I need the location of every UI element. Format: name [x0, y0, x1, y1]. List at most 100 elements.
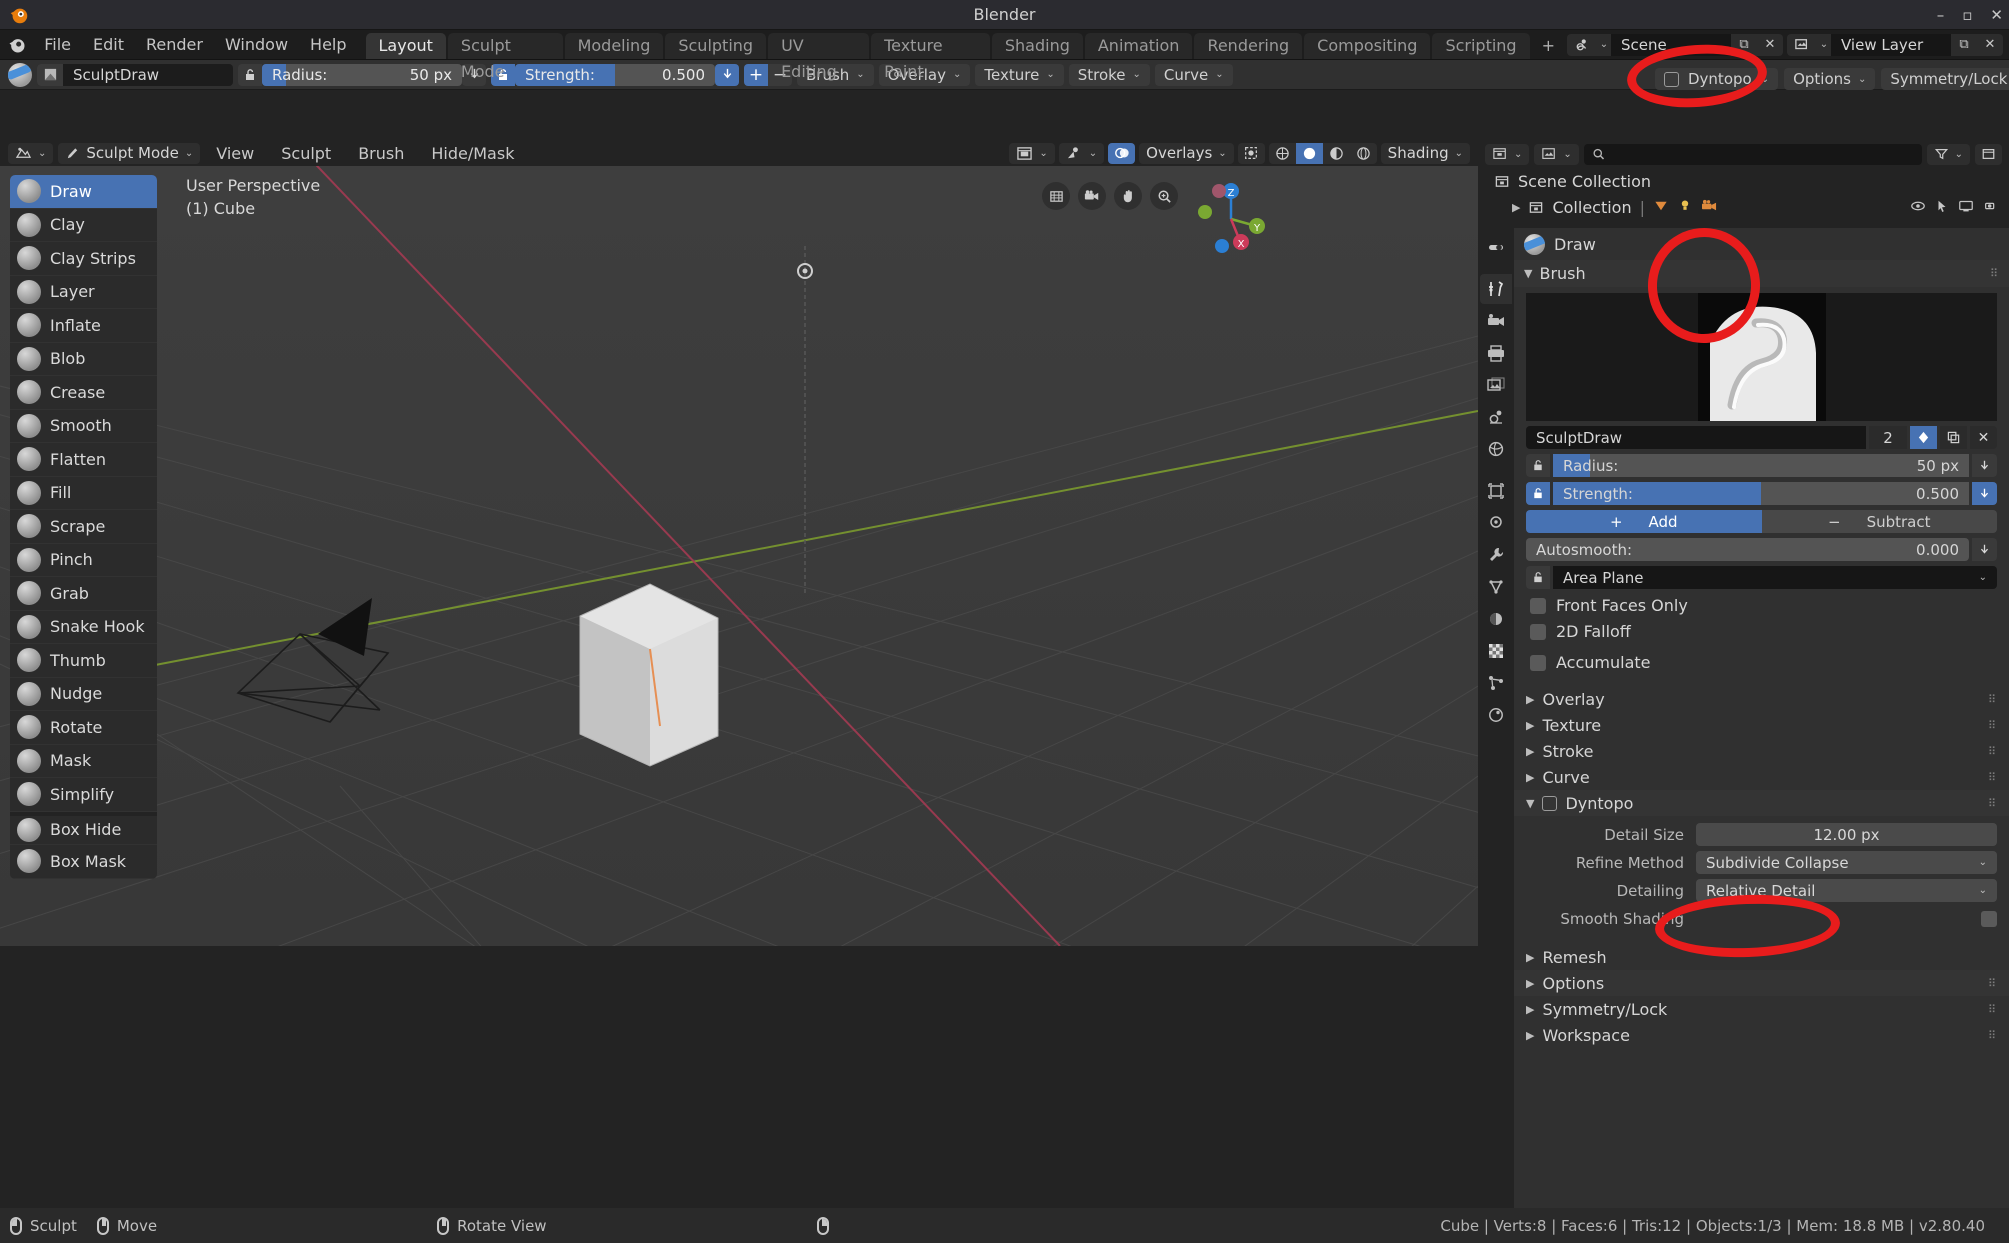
outliner-restriction-toggles[interactable] — [1910, 198, 2009, 217]
detailing-row[interactable]: Detailing Relative Detail ⌄ — [1526, 879, 1997, 902]
brush-name-value[interactable]: SculptDraw — [63, 64, 233, 86]
section-texture[interactable]: ▶ Texture ⠿ — [1514, 712, 2009, 738]
gizmo-selector[interactable]: ⌄ — [1058, 142, 1105, 164]
symmetry-lock-popover[interactable]: Symmetry/Lock ⌄ — [1881, 68, 2009, 90]
menu-render[interactable]: Render — [135, 30, 214, 60]
tool-draw[interactable]: Draw — [10, 175, 157, 209]
viewport-menu-brush[interactable]: Brush — [347, 144, 415, 163]
editor-type-selector[interactable]: ⌄ — [8, 142, 54, 164]
area-plane-dropdown[interactable]: Area Plane ⌄ — [1553, 566, 1997, 589]
tab-tool-active[interactable] — [1480, 232, 1512, 262]
section-dyntopo[interactable]: ▼ Dyntopo ⠿ — [1514, 790, 2009, 816]
brush-name-field[interactable]: SculptDraw — [37, 63, 233, 86]
tool-box-mask[interactable]: Box Mask — [10, 845, 157, 879]
properties-strength-row[interactable]: Strength: 0.500 — [1526, 482, 1997, 505]
tab-constraints[interactable] — [1480, 604, 1512, 634]
drag-dots-icon[interactable]: ⠿ — [1988, 977, 1997, 990]
autosmooth-slider[interactable]: Autosmooth: 0.000 — [1526, 538, 1969, 561]
dyntopo-enable-checkbox[interactable] — [1542, 795, 1558, 811]
properties-radius-pressure-toggle[interactable] — [1972, 454, 1997, 477]
workspace-tab-layout[interactable]: Layout — [365, 33, 446, 59]
detailing-dropdown[interactable]: Relative Detail ⌄ — [1696, 879, 1997, 902]
view-layer-name[interactable]: View Layer — [1831, 33, 1951, 56]
strength-slider[interactable]: Strength: 0.500 — [515, 63, 715, 86]
brush-datablock-row[interactable]: SculptDraw 2 ✕ — [1526, 426, 1997, 449]
strength-pressure-toggle[interactable] — [715, 63, 739, 86]
tab-output[interactable] — [1480, 338, 1512, 368]
tool-nudge[interactable]: Nudge — [10, 678, 157, 711]
section-options[interactable]: ▶ Options ⠿ — [1514, 970, 2009, 996]
view-layer-caret-icon[interactable]: ⌄ — [1817, 33, 1831, 56]
tool-mask[interactable]: Mask — [10, 745, 157, 778]
workspace-tab-shading[interactable]: Shading — [991, 33, 1083, 59]
scene-close-button[interactable]: ✕ — [1757, 33, 1783, 56]
tab-modifiers[interactable] — [1480, 508, 1512, 538]
expand-triangle-icon[interactable]: ▶ — [1512, 201, 1520, 214]
zoom-icon[interactable] — [1150, 182, 1178, 210]
properties-strength-slider[interactable]: Strength: 0.500 — [1553, 482, 1969, 505]
expand-triangle-icon[interactable]: ▶ — [1526, 719, 1534, 732]
disable-in-viewport-renders-icon[interactable] — [1983, 198, 1999, 217]
outliner-search-input[interactable] — [1583, 143, 1922, 165]
tool-rotate[interactable]: Rotate — [10, 711, 157, 745]
tool-box-hide[interactable]: Box Hide — [10, 811, 157, 845]
workspace-tab-sculpt-mode[interactable]: Sculpt Mode — [447, 33, 563, 81]
visibility-selector[interactable]: ⌄ — [1009, 142, 1055, 164]
brush-users-count[interactable]: 2 — [1869, 426, 1907, 449]
properties-radius-lock-icon[interactable] — [1526, 454, 1550, 477]
menu-file[interactable]: File — [33, 30, 82, 60]
properties-strength-pressure-toggle[interactable] — [1972, 482, 1997, 505]
viewport-menu-sculpt[interactable]: Sculpt — [270, 144, 342, 163]
drag-dots-icon[interactable]: ⠿ — [1990, 267, 1999, 280]
view-layer-new-button[interactable]: ⧉ — [1951, 33, 1977, 56]
shading-wireframe-button[interactable] — [1269, 143, 1296, 164]
workspace-tab-texture-paint[interactable]: Texture Paint — [871, 33, 990, 81]
workspace-tab-scripting[interactable]: Scripting — [1432, 33, 1530, 59]
disable-selection-icon[interactable] — [1935, 198, 1949, 217]
light-object-icon[interactable] — [1677, 198, 1693, 217]
close-button[interactable]: ✕ — [1990, 6, 2003, 24]
radius-lock-icon[interactable] — [238, 63, 262, 86]
radius-control[interactable]: Radius: 50 px — [238, 63, 486, 86]
viewport-nav-buttons[interactable] — [1042, 182, 1178, 210]
tool-scrape[interactable]: Scrape — [10, 510, 157, 544]
view-layer-selector[interactable]: ⌄ View Layer ⧉ ✕ — [1787, 33, 2003, 56]
2d-falloff-checkbox-row[interactable]: 2D Falloff — [1526, 622, 1997, 641]
outliner-new-collection-button[interactable] — [1975, 143, 2002, 165]
tab-scene[interactable] — [1480, 402, 1512, 432]
workspace-tab-compositing[interactable]: Compositing — [1304, 33, 1431, 59]
main-menu[interactable]: File Edit Render Window Help — [33, 30, 357, 59]
tool-grab[interactable]: Grab — [10, 577, 157, 611]
area-plane-lock-icon[interactable] — [1526, 566, 1550, 589]
front-faces-only-checkbox[interactable] — [1530, 597, 1546, 614]
section-overlay[interactable]: ▶ Overlay ⠿ — [1514, 686, 2009, 712]
scene-new-button[interactable]: ⧉ — [1731, 33, 1757, 56]
brush-duplicate-button[interactable] — [1940, 426, 1967, 449]
refine-method-row[interactable]: Refine Method Subdivide Collapse ⌄ — [1526, 851, 1997, 874]
dyntopo-popover[interactable]: Dyntopo ⌄ — [1655, 68, 1779, 90]
shading-mode-segment[interactable] — [1268, 142, 1377, 164]
tool-snake-hook[interactable]: Snake Hook — [10, 611, 157, 644]
menu-help[interactable]: Help — [299, 30, 357, 60]
outliner-search-field[interactable] — [1610, 145, 1914, 163]
tab-active-tool[interactable] — [1480, 274, 1512, 304]
smooth-shading-checkbox[interactable] — [1981, 910, 1997, 927]
camera-view-icon[interactable] — [1078, 182, 1106, 210]
front-faces-only-checkbox-row[interactable]: Front Faces Only — [1526, 596, 1997, 615]
brush-direction-row[interactable]: + Add − Subtract — [1526, 510, 1997, 533]
tab-object[interactable] — [1480, 476, 1512, 506]
drag-dots-icon[interactable]: ⠿ — [1988, 745, 1997, 758]
strength-control[interactable]: Strength: 0.500 — [491, 63, 739, 86]
shading-material-button[interactable] — [1323, 143, 1350, 164]
smooth-shading-row[interactable]: Smooth Shading — [1526, 907, 1997, 930]
tool-layer[interactable]: Layer — [10, 276, 157, 309]
workspace-tab-sculpting[interactable]: Sculpting — [665, 33, 767, 59]
drag-dots-icon[interactable]: ⠿ — [1988, 693, 1997, 706]
accumulate-checkbox[interactable] — [1530, 654, 1546, 671]
workspace-tab-modeling[interactable]: Modeling — [564, 33, 664, 59]
detail-size-row[interactable]: Detail Size 12.00 px — [1526, 823, 1997, 846]
workspace-tab-uv-editing[interactable]: UV Editing — [768, 33, 870, 81]
brush-datablock-name[interactable]: SculptDraw — [1526, 426, 1866, 449]
tool-thumb[interactable]: Thumb — [10, 644, 157, 678]
tab-particles[interactable] — [1480, 540, 1512, 570]
